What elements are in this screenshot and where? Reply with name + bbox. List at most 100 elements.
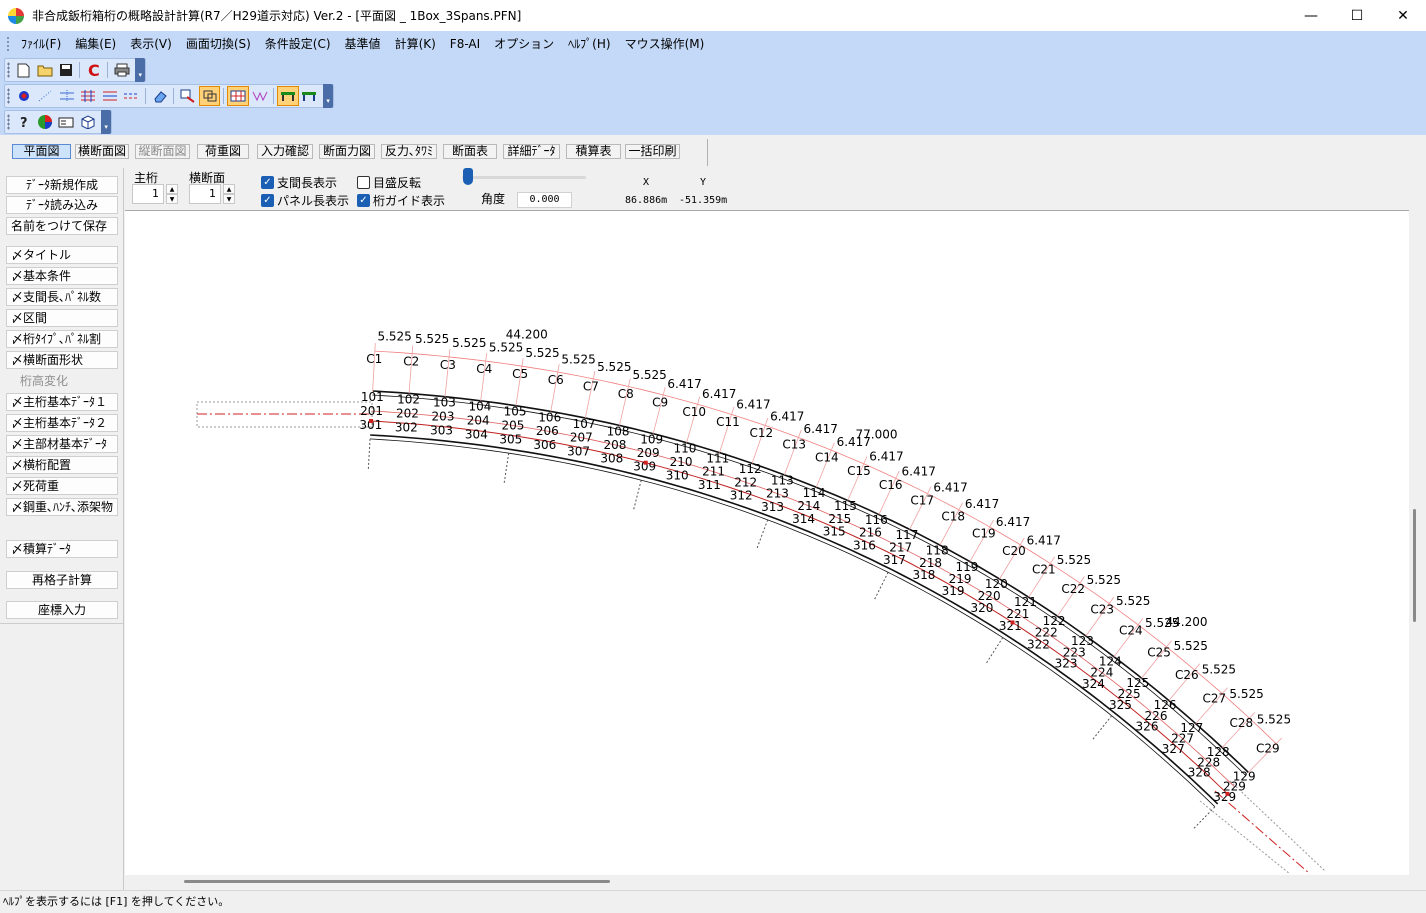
color-wheel-icon[interactable] <box>34 112 55 132</box>
colored-lines-icon[interactable] <box>99 86 120 106</box>
save-as-button[interactable]: 名前をつけて保存 <box>6 217 118 235</box>
tab-batch-print[interactable]: 一括印刷 <box>625 144 680 159</box>
new-data-button[interactable]: ﾃﾞｰﾀ新規作成 <box>6 176 118 194</box>
toolbar-overflow-icon[interactable]: ▾ <box>323 84 333 108</box>
eraser-icon[interactable] <box>149 86 170 106</box>
main-girder-value[interactable]: 1 <box>132 184 164 204</box>
grid-select-icon[interactable] <box>227 86 249 106</box>
tab-longitudinal-view[interactable]: 縦断面図 <box>135 144 190 159</box>
coordinate-input-button[interactable]: 座標入力 <box>6 601 118 619</box>
plan-view-canvas[interactable]: C1 101 201 301 C2 102 202 302 C3 103 203 303 C4 104 20… <box>125 210 1409 875</box>
checkbox-unchecked-icon[interactable] <box>357 176 370 189</box>
select-box-icon[interactable] <box>198 86 221 106</box>
cross-section-stepper[interactable]: 1 ▲ ▼ <box>189 184 237 204</box>
span-panel-count-button[interactable]: 〆支間長､ﾊﾟﾈﾙ数 <box>6 288 118 306</box>
menu-mouse-operation[interactable]: マウス操作(M) <box>618 34 712 54</box>
menu-options[interactable]: オプション <box>487 34 561 54</box>
menu-grip-icon[interactable] <box>6 36 10 52</box>
wave-icon[interactable] <box>249 86 270 106</box>
save-disk-icon[interactable] <box>55 60 76 80</box>
menu-help[interactable]: ﾍﾙﾌﾟ(H) <box>561 34 617 54</box>
vertical-scrollbar[interactable] <box>1409 210 1426 890</box>
tab-load-view[interactable]: 荷重図 <box>197 144 249 159</box>
load-data-button[interactable]: ﾃﾞｰﾀ読み込み <box>6 196 118 214</box>
panel-length-checkbox[interactable]: ✓ パネル長表示 <box>261 192 349 209</box>
help-icon[interactable]: ? <box>13 112 34 132</box>
checkbox-checked-icon[interactable]: ✓ <box>261 176 274 189</box>
main-girder-stepper[interactable]: 1 ▲ ▼ <box>132 184 180 204</box>
menu-conditions[interactable]: 条件設定(C) <box>258 34 338 54</box>
dead-load-button[interactable]: 〆死荷重 <box>6 477 118 495</box>
open-folder-icon[interactable] <box>34 60 55 80</box>
girder-plan-drawing[interactable]: C1101201301C2102202302C3103203303C410420… <box>125 211 1409 875</box>
toolbar-grip-icon[interactable] <box>7 62 10 78</box>
spin-down-icon[interactable]: ▼ <box>166 194 178 204</box>
menu-calculate[interactable]: 計算(K) <box>388 34 443 54</box>
tab-section-force-view[interactable]: 断面力図 <box>319 144 375 159</box>
x-coord-label: X <box>643 177 650 188</box>
beam-green-icon[interactable] <box>299 86 320 106</box>
spin-up-icon[interactable]: ▲ <box>166 184 178 194</box>
tab-estimate-table[interactable]: 積算表 <box>566 144 621 159</box>
angle-input[interactable]: 0.000 <box>517 192 572 208</box>
menu-f8-ai[interactable]: F8-AI <box>443 34 487 54</box>
regrid-calc-button[interactable]: 再格子計算 <box>6 571 118 589</box>
girder-height-change-button[interactable]: 桁高変化 <box>6 372 118 390</box>
dash-lines-icon[interactable] <box>120 86 141 106</box>
menu-edit[interactable]: 編集(E) <box>68 34 123 54</box>
girder-type-panel-button[interactable]: 〆桁ﾀｲﾌﾟ､ﾊﾟﾈﾙ割 <box>6 330 118 348</box>
print-icon[interactable] <box>111 60 132 80</box>
checkbox-checked-icon[interactable]: ✓ <box>261 194 274 207</box>
main-girder-data1-button[interactable]: 〆主桁基本ﾃﾞｰﾀ１ <box>6 393 118 411</box>
minimize-button[interactable]: — <box>1288 0 1334 31</box>
close-button[interactable]: ✕ <box>1380 0 1426 31</box>
menu-screen-switch[interactable]: 画面切換(S) <box>179 34 258 54</box>
cross-beam-label: C29 <box>1256 741 1280 755</box>
main-member-data-button[interactable]: 〆主部材基本ﾃﾞｰﾀ <box>6 435 118 453</box>
estimate-data-button[interactable]: 〆積算ﾃﾞｰﾀ <box>6 540 118 558</box>
angle-slider-thumb[interactable] <box>463 168 473 185</box>
section-button[interactable]: 〆区間 <box>6 309 118 327</box>
cross-section-shape-button[interactable]: 〆横断面形状 <box>6 351 118 369</box>
span-length-checkbox[interactable]: ✓ 支間長表示 <box>261 174 337 191</box>
beam-yellow-icon[interactable] <box>277 86 299 106</box>
tab-section-table[interactable]: 断面表 <box>443 144 497 159</box>
new-file-icon[interactable] <box>13 60 34 80</box>
tab-input-check[interactable]: 入力確認 <box>257 144 313 159</box>
basic-conditions-button[interactable]: 〆基本条件 <box>6 267 118 285</box>
calc-c-icon[interactable]: C <box>83 60 104 80</box>
toolbar-grip-icon[interactable] <box>7 114 10 130</box>
dotted-line-icon[interactable] <box>34 86 55 106</box>
card-icon[interactable] <box>56 112 77 132</box>
angle-slider-track[interactable] <box>462 176 586 179</box>
menu-view[interactable]: 表示(V) <box>123 34 179 54</box>
toolbar-overflow-icon[interactable]: ▾ <box>101 110 111 134</box>
tab-plan-view[interactable]: 平面図 <box>12 144 71 159</box>
node-dot-icon[interactable] <box>13 86 34 106</box>
tab-reaction-deflection[interactable]: 反力､ﾀﾜﾐ <box>381 144 437 159</box>
menu-file[interactable]: ﾌｧｲﾙ(F) <box>14 34 68 54</box>
menu-standard-values[interactable]: 基準値 <box>338 34 388 54</box>
spin-down-icon[interactable]: ▼ <box>223 194 235 204</box>
scale-flip-checkbox[interactable]: 目盛反転 <box>357 174 421 191</box>
steel-weight-button[interactable]: 〆鋼重､ﾊﾝﾁ､添架物 <box>6 498 118 516</box>
tab-cross-section-view[interactable]: 横断面図 <box>75 144 129 159</box>
spin-up-icon[interactable]: ▲ <box>223 184 235 194</box>
box-3d-icon[interactable] <box>77 112 98 132</box>
cross-beam-layout-button[interactable]: 〆横桁配置 <box>6 456 118 474</box>
node-row2-label: 212 <box>734 475 757 489</box>
main-girder-data2-button[interactable]: 〆主桁基本ﾃﾞｰﾀ２ <box>6 414 118 432</box>
grid-lines-icon[interactable] <box>77 86 98 106</box>
transfer-icon[interactable] <box>177 86 198 106</box>
line-pattern-icon[interactable] <box>56 86 77 106</box>
toolbar-grip-icon[interactable] <box>7 88 10 104</box>
cross-section-value[interactable]: 1 <box>189 184 221 204</box>
title-setting-button[interactable]: 〆タイトル <box>6 246 118 264</box>
maximize-button[interactable]: ☐ <box>1334 0 1380 31</box>
horizontal-scroll-thumb[interactable] <box>184 880 610 883</box>
tab-detail-data[interactable]: 詳細ﾃﾞｰﾀ <box>503 144 560 159</box>
vertical-scroll-thumb[interactable] <box>1413 509 1416 622</box>
girder-guide-checkbox[interactable]: ✓ 桁ガイド表示 <box>357 192 445 209</box>
toolbar-overflow-icon[interactable]: ▾ <box>135 58 145 82</box>
checkbox-checked-icon[interactable]: ✓ <box>357 194 370 207</box>
